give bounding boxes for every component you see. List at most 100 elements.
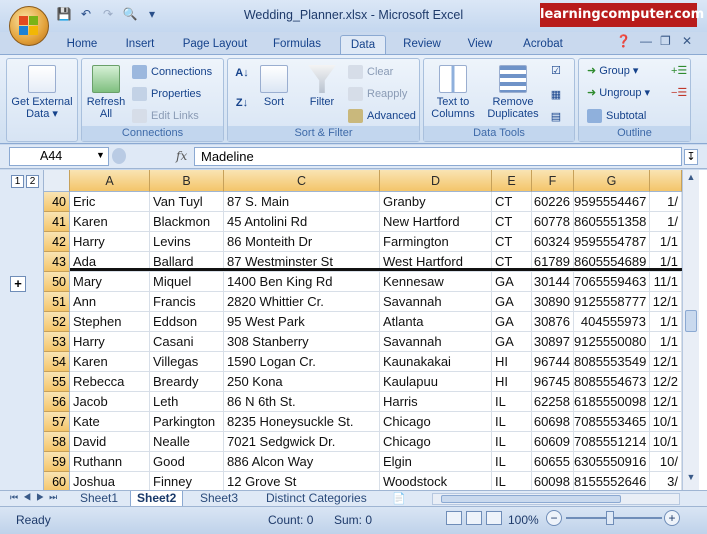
cell-f[interactable]: 96744 [532, 352, 574, 372]
hide-detail-icon[interactable]: −☰ [671, 87, 687, 99]
cell-g[interactable]: 7065559463 [574, 272, 650, 292]
zoom-slider[interactable] [566, 517, 662, 519]
cell-a[interactable]: Stephen [70, 312, 150, 332]
remove-duplicates-button[interactable]: Remove Duplicates [484, 65, 542, 120]
minimize-icon[interactable]: — [640, 34, 652, 48]
cell-b[interactable]: Good [150, 452, 224, 472]
scroll-up-icon[interactable]: ▲ [684, 172, 698, 186]
name-box[interactable]: A44 [9, 147, 109, 166]
cell-f[interactable]: 30890 [532, 292, 574, 312]
cell-f[interactable]: 30144 [532, 272, 574, 292]
cell-a[interactable]: Ann [70, 292, 150, 312]
cell-b[interactable]: Villegas [150, 352, 224, 372]
filter-button[interactable]: Filter [302, 65, 342, 108]
tab-insert[interactable]: Insert [118, 35, 162, 55]
cell-d[interactable]: Woodstock [380, 472, 492, 492]
close-icon[interactable]: ✕ [682, 34, 692, 48]
sort-ascending-button[interactable]: A↓ [232, 67, 252, 79]
cell-g[interactable]: 7085553465 [574, 412, 650, 432]
cell-f[interactable]: 60655 [532, 452, 574, 472]
cell-g[interactable]: 6305550916 [574, 452, 650, 472]
normal-view-icon[interactable] [446, 511, 462, 525]
cell-h[interactable]: 10/1 [650, 432, 682, 452]
page-layout-view-icon[interactable] [466, 511, 482, 525]
cell-c[interactable]: 45 Antolini Rd [224, 212, 380, 232]
tab-view[interactable]: View [460, 35, 500, 55]
help-icon[interactable]: ❓ [616, 34, 631, 48]
cell-a[interactable]: Harry [70, 332, 150, 352]
cell-a[interactable]: Mary [70, 272, 150, 292]
expand-formula-bar-icon[interactable]: ↧ [684, 149, 698, 165]
formula-bar-handle-icon[interactable] [112, 148, 126, 164]
cell-h[interactable]: 12/1 [650, 392, 682, 412]
cell-g[interactable]: 8085554673 [574, 372, 650, 392]
cell-f[interactable]: 60698 [532, 412, 574, 432]
cell-d[interactable]: Elgin [380, 452, 492, 472]
cell-f[interactable]: 60098 [532, 472, 574, 492]
properties-button[interactable]: Properties [132, 87, 201, 101]
office-button[interactable] [9, 6, 49, 46]
cell-g[interactable]: 9125550080 [574, 332, 650, 352]
column-header-h[interactable] [650, 170, 682, 192]
cell-d[interactable]: Savannah [380, 292, 492, 312]
tab-data[interactable]: Data [340, 35, 386, 55]
cell-a[interactable]: Harry [70, 232, 150, 252]
cell-g[interactable]: 8085553549 [574, 352, 650, 372]
cell-b[interactable]: Finney [150, 472, 224, 492]
advanced-button[interactable]: Advanced [348, 109, 416, 123]
cell-d[interactable]: Farmington [380, 232, 492, 252]
cell-a[interactable]: Karen [70, 212, 150, 232]
cell-e[interactable]: HI [492, 372, 532, 392]
cell-c[interactable]: 2820 Whittier Cr. [224, 292, 380, 312]
cell-d[interactable]: Kennesaw [380, 272, 492, 292]
cell-e[interactable]: IL [492, 452, 532, 472]
column-header-b[interactable]: B [150, 170, 224, 192]
outline-level-1[interactable]: 1 [11, 175, 24, 188]
cell-h[interactable]: 12/2 [650, 372, 682, 392]
cell-c[interactable]: 86 Monteith Dr [224, 232, 380, 252]
cell-c[interactable]: 308 Stanberry [224, 332, 380, 352]
cell-d[interactable]: Harris [380, 392, 492, 412]
zoom-slider-thumb[interactable] [606, 511, 614, 525]
cell-g[interactable]: 9595554787 [574, 232, 650, 252]
cell-f[interactable]: 60226 [532, 192, 574, 212]
cell-b[interactable]: Miquel [150, 272, 224, 292]
sheet-nav-icons[interactable]: ⏮◀▶⏭ [10, 492, 62, 503]
cell-c[interactable]: 886 Alcon Way [224, 452, 380, 472]
cell-e[interactable]: CT [492, 192, 532, 212]
cell-d[interactable]: Savannah [380, 332, 492, 352]
sheet-tab-sheet1[interactable]: Sheet1 [74, 491, 124, 507]
subtotal-button[interactable]: Subtotal [587, 109, 646, 123]
column-header-d[interactable]: D [380, 170, 492, 192]
sheet-tab-sheet3[interactable]: Sheet3 [194, 491, 244, 507]
horizontal-scrollbar[interactable] [432, 493, 680, 505]
insert-function-icon[interactable]: fx [176, 149, 187, 163]
cell-e[interactable]: GA [492, 312, 532, 332]
cell-f[interactable]: 30897 [532, 332, 574, 352]
cell-e[interactable]: CT [492, 212, 532, 232]
column-header-a[interactable]: A [70, 170, 150, 192]
cell-f[interactable]: 96745 [532, 372, 574, 392]
row-header[interactable]: 50 [44, 272, 70, 292]
cell-b[interactable]: Blackmon [150, 212, 224, 232]
cell-h[interactable]: 1/1 [650, 312, 682, 332]
cell-d[interactable]: Atlanta [380, 312, 492, 332]
scroll-down-icon[interactable]: ▼ [684, 472, 698, 486]
cell-c[interactable]: 7021 Sedgwick Dr. [224, 432, 380, 452]
row-header[interactable]: 41 [44, 212, 70, 232]
cell-h[interactable]: 12/1 [650, 352, 682, 372]
cell-d[interactable]: Kaunakakai [380, 352, 492, 372]
sheet-tab-distinct-categories[interactable]: Distinct Categories [260, 491, 373, 507]
row-header[interactable]: 52 [44, 312, 70, 332]
cell-c[interactable]: 1400 Ben King Rd [224, 272, 380, 292]
refresh-all-button[interactable]: Refresh All [84, 65, 128, 120]
cell-g[interactable]: 7085551214 [574, 432, 650, 452]
cell-d[interactable]: Chicago [380, 412, 492, 432]
cell-g[interactable]: 9595554467 [574, 192, 650, 212]
cell-f[interactable]: 62258 [532, 392, 574, 412]
cell-e[interactable]: IL [492, 472, 532, 492]
row-header[interactable]: 57 [44, 412, 70, 432]
zoom-in-icon[interactable]: + [664, 510, 680, 526]
insert-worksheet-icon[interactable]: 📄 [392, 492, 406, 505]
cell-h[interactable]: 12/1 [650, 292, 682, 312]
